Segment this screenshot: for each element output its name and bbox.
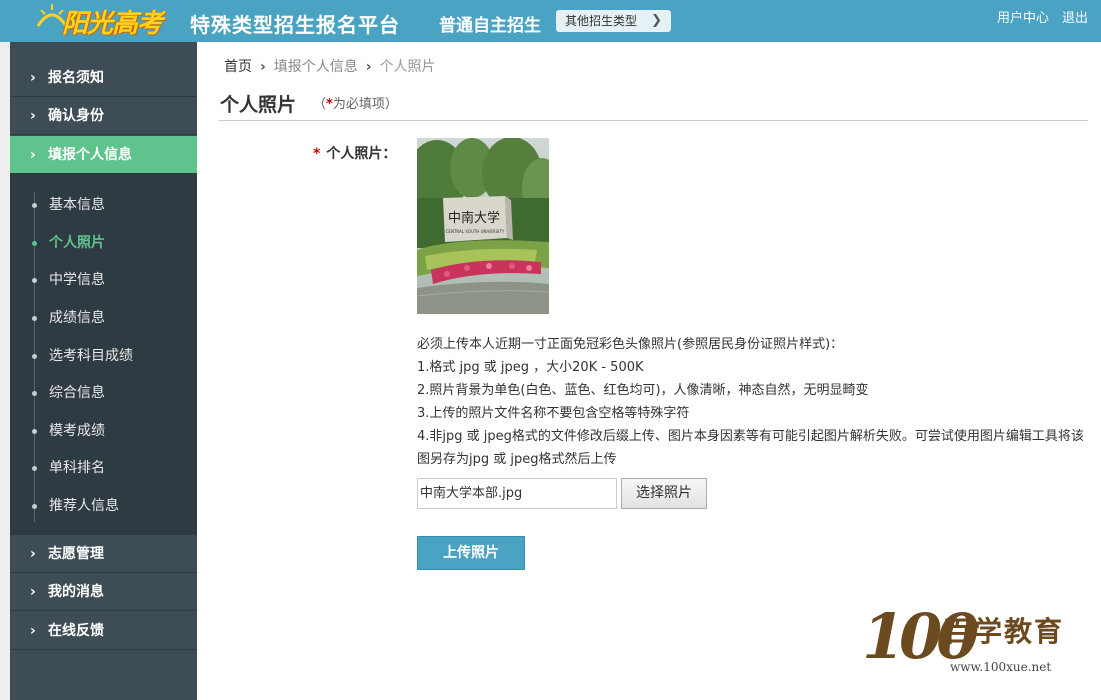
watermark-brand: 百学教育 — [944, 615, 1065, 648]
sign-subtext: CENTRAL SOUTH UNIVERSITY — [446, 229, 505, 234]
sidebar-item-label: 志愿管理 — [48, 546, 104, 562]
submenu-item-school-info[interactable]: 中学信息 — [10, 262, 197, 299]
instruction-line: 4.非jpg 或 jpeg格式的文件修改后缀上传、图片本身因素等有可能引起图片解… — [417, 429, 1084, 467]
breadcrumb-parent[interactable]: 填报个人信息 — [274, 56, 358, 76]
bullet-icon — [32, 203, 37, 208]
breadcrumb: 首页 › 填报个人信息 › 个人照片 — [224, 56, 436, 76]
sidebar-item-online-feedback[interactable]: › 在线反馈 — [10, 612, 197, 650]
required-note-text: 为必填项 — [332, 97, 385, 112]
note-close-paren: ） — [384, 97, 398, 112]
sidebar: › 报名须知 › 确认身份 › 填报个人信息 基本信息 个人照片 中学信息 成绩… — [10, 42, 197, 700]
breadcrumb-current: 个人照片 — [379, 59, 436, 75]
instruction-line: 3.上传的照片文件名称不要包含空格等特殊字符 — [417, 406, 690, 421]
admission-type-title: 普通自主招生 — [439, 16, 541, 36]
upload-photo-button[interactable]: 上传照片 — [417, 536, 525, 570]
sidebar-item-personal-info[interactable]: › 填报个人信息 — [10, 136, 197, 174]
photo-field-label: * 个人照片： — [313, 143, 396, 163]
submenu-item-label: 模考成绩 — [49, 423, 105, 439]
sidebar-item-label: 我的消息 — [48, 584, 104, 600]
chevron-right-icon: › — [30, 108, 36, 124]
bullet-icon — [32, 429, 37, 434]
submenu-item-label: 单科排名 — [49, 460, 105, 476]
submenu-item-score-info[interactable]: 成绩信息 — [10, 300, 197, 337]
chevron-right-icon: › — [30, 147, 36, 163]
submenu-item-subject-ranking[interactable]: 单科排名 — [10, 450, 197, 487]
sidebar-item-application-management[interactable]: › 志愿管理 — [10, 535, 197, 573]
chevron-right-icon: › — [30, 623, 36, 639]
watermark-url: www.100xue.net — [950, 660, 1052, 674]
instruction-line: 必须上传本人近期一寸正面免冠彩色头像照片(参照居民身份证照片样式)： — [417, 337, 844, 352]
personal-info-submenu: 基本信息 个人照片 中学信息 成绩信息 选考科目成绩 综合信息 模考成绩 单科排… — [10, 174, 197, 535]
sign-text: 中南大学 — [448, 210, 500, 226]
photo-file-input[interactable]: 中南大学本部.jpg — [417, 478, 617, 509]
sidebar-item-confirm-identity[interactable]: › 确认身份 — [10, 97, 197, 135]
photo-field-label-text: 个人照片： — [326, 146, 397, 162]
logout-link[interactable]: 退出 — [1062, 7, 1088, 26]
bullet-icon — [32, 391, 37, 396]
left-edge-strip — [0, 42, 10, 700]
note-open-paren: （ — [313, 97, 327, 112]
other-admission-type-label: 其他招生类型 — [565, 14, 638, 28]
submenu-item-label: 推荐人信息 — [49, 498, 119, 514]
sidebar-item-label: 报名须知 — [48, 70, 104, 86]
instruction-line: 1.格式 jpg 或 jpeg ，大小20K - 500K — [417, 360, 644, 375]
submenu-item-label: 成绩信息 — [49, 310, 105, 326]
chevron-right-icon: › — [30, 584, 36, 600]
platform-title: 特殊类型招生报名平台 — [190, 13, 400, 37]
sidebar-item-my-messages[interactable]: › 我的消息 — [10, 573, 197, 611]
submenu-item-label: 综合信息 — [49, 385, 105, 401]
campus-gate-photo: 中南大学 CENTRAL SOUTH UNIVERSITY — [417, 138, 549, 314]
sidebar-item-label: 确认身份 — [48, 108, 104, 124]
bullet-icon — [32, 466, 37, 471]
required-field-note: （*为必填项） — [313, 93, 398, 112]
instruction-line: 2.照片背景为单色(白色、蓝色、红色均可)，人像清晰，神态自然，无明显畸变 — [417, 383, 869, 398]
breadcrumb-separator-icon: › — [260, 59, 266, 75]
top-header: 阳光高考 特殊类型招生报名平台 普通自主招生 其他招生类型 ❯ 用户中心 退出 — [0, 0, 1101, 42]
submenu-item-label: 个人照片 — [49, 235, 105, 251]
submenu-item-personal-photo[interactable]: 个人照片 — [10, 225, 197, 262]
page-title: 个人照片 — [220, 94, 297, 116]
submenu-item-referee-info[interactable]: 推荐人信息 — [10, 488, 197, 525]
photo-instructions: 必须上传本人近期一寸正面免冠彩色头像照片(参照居民身份证照片样式)： 1.格式 … — [417, 333, 1087, 471]
submenu-item-basic-info[interactable]: 基本信息 — [10, 187, 197, 224]
bullet-icon — [32, 241, 37, 246]
chevron-right-icon: › — [30, 70, 36, 86]
sidebar-item-registration-notice[interactable]: › 报名须知 — [10, 59, 197, 97]
required-star-icon: * — [313, 146, 321, 162]
uploaded-photo-preview: 中南大学 CENTRAL SOUTH UNIVERSITY — [417, 138, 549, 314]
breadcrumb-home[interactable]: 首页 — [224, 56, 252, 76]
sidebar-item-label: 在线反馈 — [48, 623, 104, 639]
bullet-icon — [32, 316, 37, 321]
title-divider — [219, 120, 1088, 121]
submenu-item-label: 中学信息 — [49, 272, 105, 288]
bullet-icon — [32, 354, 37, 359]
submenu-item-mock-exam-scores[interactable]: 模考成绩 — [10, 413, 197, 450]
user-center-link[interactable]: 用户中心 — [997, 7, 1049, 26]
required-star-icon: * — [326, 97, 333, 112]
choose-photo-button[interactable]: 选择照片 — [621, 478, 707, 509]
breadcrumb-separator-icon: › — [365, 59, 372, 75]
logo-text: 阳光高考 — [62, 8, 163, 38]
watermark-logo: 100 百学教育 www.100xue.net — [860, 602, 1062, 684]
submenu-item-elective-scores[interactable]: 选考科目成绩 — [10, 338, 197, 375]
bullet-icon — [32, 504, 37, 509]
submenu-item-label: 基本信息 — [49, 197, 105, 213]
submenu-item-comprehensive-info[interactable]: 综合信息 — [10, 375, 197, 412]
submenu-item-label: 选考科目成绩 — [49, 348, 133, 364]
sidebar-item-label: 填报个人信息 — [48, 147, 132, 163]
chevron-right-icon: ❯ — [651, 13, 662, 28]
chevron-right-icon: › — [30, 546, 36, 562]
other-admission-type-button[interactable]: 其他招生类型 ❯ — [556, 10, 671, 32]
bullet-icon — [32, 278, 37, 283]
